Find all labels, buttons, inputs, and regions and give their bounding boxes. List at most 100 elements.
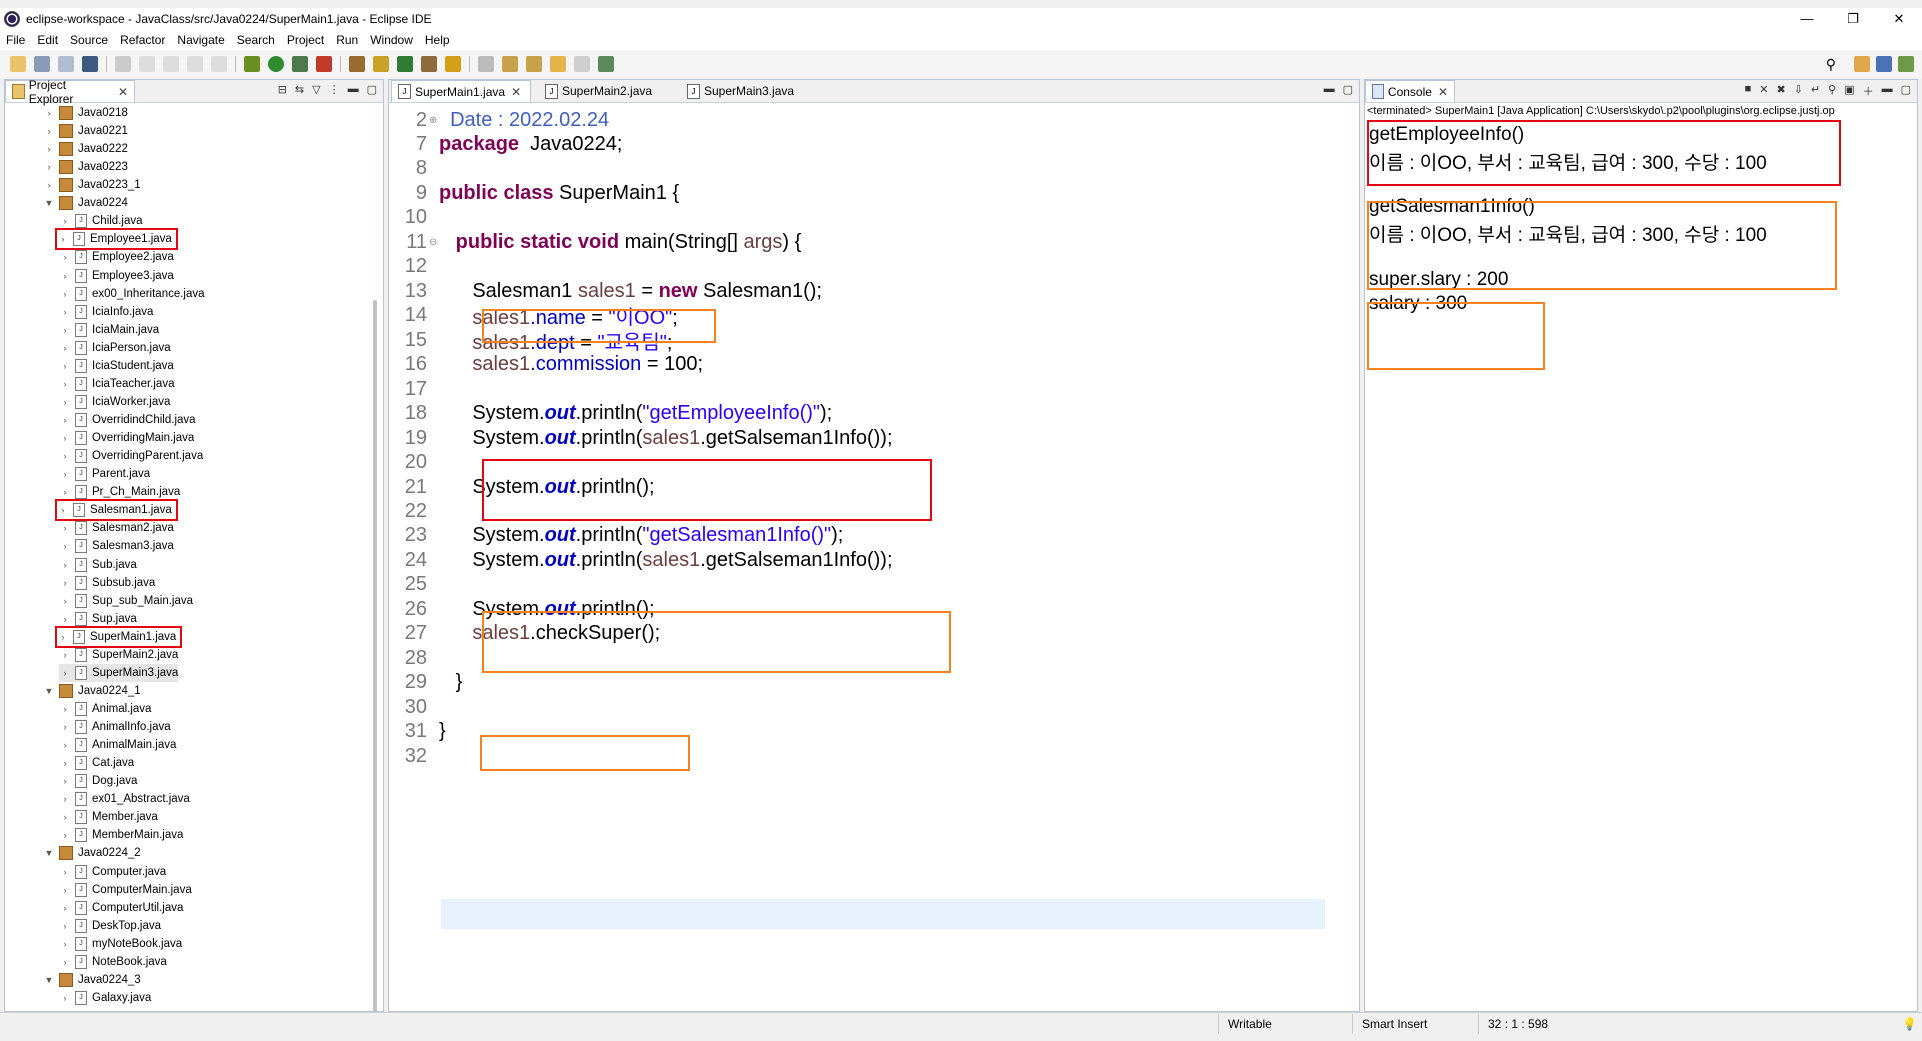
chevron-right-icon[interactable]: ›	[59, 289, 71, 299]
open-console-icon[interactable]: ＋	[1863, 83, 1874, 99]
code-line[interactable]: 20	[389, 451, 427, 475]
code-line[interactable]: 27 sales1.checkSuper();	[389, 622, 660, 646]
tree-file[interactable]: › J NoteBook.java	[59, 953, 167, 971]
tree-file[interactable]: › J Parent.java	[59, 465, 150, 483]
code-line[interactable]: 23 System.out.println("getSalesman1Info(…	[389, 524, 844, 548]
tree-package[interactable]: › Java0222	[43, 140, 128, 158]
code-line[interactable]: 12	[389, 255, 427, 279]
chevron-right-icon[interactable]: ›	[59, 740, 71, 750]
chevron-right-icon[interactable]: ›	[59, 397, 71, 407]
chevron-right-icon[interactable]: ›	[43, 180, 55, 190]
forward-icon[interactable]	[574, 56, 590, 72]
tree-file[interactable]: › J Employee3.java	[59, 267, 174, 285]
chevron-down-icon[interactable]: ▼	[43, 198, 55, 208]
code-line[interactable]: 17	[389, 377, 427, 401]
tree-file[interactable]: › J IciaInfo.java	[59, 303, 153, 321]
chevron-right-icon[interactable]: ›	[59, 722, 71, 732]
tree-file[interactable]: › J Animal.java	[59, 700, 151, 718]
tree-file[interactable]: › Jex00_Inheritance.java	[59, 285, 205, 303]
chevron-right-icon[interactable]: ›	[59, 921, 71, 931]
chevron-right-icon[interactable]: ›	[59, 794, 71, 804]
pin-console-icon[interactable]: ⚲	[1828, 83, 1836, 99]
chevron-right-icon[interactable]: ›	[57, 505, 69, 515]
chevron-right-icon[interactable]: ›	[59, 614, 71, 624]
menu-search[interactable]: Search	[231, 33, 281, 47]
view-menu-icon[interactable]: ⋮	[329, 83, 340, 96]
code-line[interactable]: 2 ⊕ Date : 2022.02.24	[389, 108, 609, 132]
chevron-right-icon[interactable]: ›	[43, 162, 55, 172]
disconnect-icon[interactable]	[211, 56, 227, 72]
code-line[interactable]: 22	[389, 500, 427, 524]
tree-file[interactable]: › J Sup.java	[59, 610, 137, 628]
code-line[interactable]: 8	[389, 157, 427, 181]
chevron-right-icon[interactable]: ›	[59, 939, 71, 949]
chevron-right-icon[interactable]: ›	[59, 578, 71, 588]
fold-toggle-icon[interactable]: ⊕	[429, 115, 437, 126]
close-icon[interactable]: ✕	[1438, 85, 1448, 99]
resume-icon[interactable]	[139, 56, 155, 72]
chevron-right-icon[interactable]: ›	[59, 451, 71, 461]
chevron-right-icon[interactable]: ›	[59, 379, 71, 389]
tree-package[interactable]: › Java0218	[43, 104, 128, 122]
tree-file[interactable]: › J ComputerUtil.java	[59, 899, 183, 917]
chevron-right-icon[interactable]: ›	[43, 126, 55, 136]
code-line[interactable]: 15 sales1.dept = "교육팀";	[389, 328, 673, 354]
tree-file[interactable]: › J IciaMain.java	[59, 321, 159, 339]
tab-supermain3[interactable]: J SuperMain3.java	[681, 80, 821, 102]
chevron-right-icon[interactable]: ›	[59, 343, 71, 353]
java-perspective-icon[interactable]	[1876, 56, 1892, 72]
remove-launch-icon[interactable]: ✕	[1759, 83, 1768, 99]
tree-package[interactable]: ▼ Java0224_3	[43, 971, 141, 989]
code-line[interactable]: 21 System.out.println();	[389, 475, 655, 499]
scrollbar-thumb[interactable]	[373, 300, 377, 1022]
menu-refactor[interactable]: Refactor	[114, 33, 171, 47]
search-toolbar-icon[interactable]	[445, 56, 461, 72]
lightbulb-icon[interactable]: 💡	[1902, 1017, 1917, 1031]
tree-file[interactable]: › JmyNoteBook.java	[59, 935, 182, 953]
external-tools-icon[interactable]	[316, 56, 332, 72]
chevron-right-icon[interactable]: ›	[59, 541, 71, 551]
code-line[interactable]: 9 public class SuperMain1 {	[389, 181, 679, 205]
minimize-view-icon[interactable]: ▬	[1324, 83, 1335, 96]
debug-perspective-icon[interactable]	[1898, 56, 1914, 72]
chevron-right-icon[interactable]: ›	[59, 812, 71, 822]
chevron-down-icon[interactable]: ▼	[43, 848, 55, 858]
save-icon[interactable]	[34, 56, 50, 72]
chevron-right-icon[interactable]: ›	[59, 415, 71, 425]
explorer-scrollbar[interactable]	[369, 104, 383, 1022]
chevron-right-icon[interactable]: ›	[59, 867, 71, 877]
tree-file[interactable]: › J ComputerMain.java	[59, 881, 192, 899]
tab-console[interactable]: Console ✕	[1365, 80, 1455, 102]
tree-file[interactable]: › Jex01_Abstract.java	[59, 790, 190, 808]
tree-file[interactable]: › J Sup_sub_Main.java	[59, 592, 193, 610]
code-line[interactable]: 25	[389, 573, 427, 597]
word-wrap-icon[interactable]: ↵	[1811, 83, 1820, 99]
tree-file[interactable]: › J Galaxy.java	[59, 989, 151, 1007]
pin-editor-icon[interactable]	[598, 56, 614, 72]
tree-file[interactable]: › J IciaPerson.java	[59, 339, 171, 357]
new-java-project-icon[interactable]	[349, 56, 365, 72]
tree-file[interactable]: › J Dog.java	[59, 772, 137, 790]
chevron-right-icon[interactable]: ›	[57, 234, 69, 244]
code-area[interactable]: 2 ⊕ Date : 2022.02.24 7 package Java0224; 8 9…	[389, 104, 1359, 1011]
filter-icon[interactable]: ▽	[312, 83, 320, 96]
code-line[interactable]: 13 Salesman1 sales1 = new Salesman1();	[389, 279, 822, 303]
collapse-all-icon[interactable]: ⊟	[278, 83, 287, 96]
next-annotation-icon[interactable]	[502, 56, 518, 72]
tree-package[interactable]: ▼ Java0224_2	[43, 844, 141, 862]
tree-file[interactable]: › J Member.java	[59, 808, 158, 826]
chevron-down-icon[interactable]: ▼	[43, 686, 55, 696]
chevron-right-icon[interactable]: ›	[59, 650, 71, 660]
code-line[interactable]: 29 }	[389, 671, 463, 695]
menu-window[interactable]: Window	[364, 33, 419, 47]
maximize-view-icon[interactable]: ▢	[1343, 83, 1353, 96]
new-package-icon[interactable]	[373, 56, 389, 72]
menu-project[interactable]: Project	[281, 33, 330, 47]
tree-file[interactable]: › J Cat.java	[59, 754, 134, 772]
chevron-right-icon[interactable]: ›	[59, 903, 71, 913]
menu-source[interactable]: Source	[64, 33, 114, 47]
tree-file[interactable]: › J Sub.java	[59, 556, 137, 574]
tree-file[interactable]: › J IciaWorker.java	[59, 393, 170, 411]
code-line[interactable]: 11 ⊖ public static void main(String[] arg…	[389, 230, 801, 254]
tree-file[interactable]: › J DeskTop.java	[59, 917, 161, 935]
